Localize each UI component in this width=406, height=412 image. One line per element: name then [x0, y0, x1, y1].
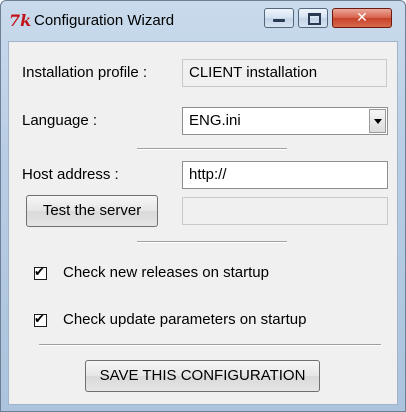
title-bar[interactable]: 7k Configuration Wizard ✕: [1, 1, 405, 41]
configuration-wizard-window: 7k Configuration Wizard ✕ Installation p…: [0, 0, 406, 412]
separator: [39, 344, 381, 346]
separator: [137, 241, 287, 243]
server-test-result-field: [182, 197, 388, 225]
maximize-button[interactable]: [298, 8, 328, 28]
maximize-icon: [308, 13, 321, 25]
minimize-icon: [273, 19, 285, 22]
checkmark-icon: ✔: [34, 312, 45, 327]
host-address-input[interactable]: http://: [182, 161, 388, 189]
update-parameters-checkbox[interactable]: ✔: [34, 312, 47, 327]
new-releases-label: Check new releases on startup: [63, 264, 269, 281]
save-configuration-button[interactable]: SAVE THIS CONFIGURATION: [85, 360, 320, 392]
window-title: Configuration Wizard: [34, 12, 175, 29]
tk-feather-icon: 7k: [9, 11, 32, 30]
separator: [137, 148, 287, 150]
language-select[interactable]: ENG.ini: [182, 107, 388, 135]
wizard-body: Installation profile : CLIENT installati…: [8, 41, 398, 405]
language-label: Language :: [22, 112, 98, 129]
profile-label: Installation profile :: [22, 64, 148, 81]
language-selected-value: ENG.ini: [189, 112, 241, 129]
close-button[interactable]: ✕: [332, 8, 392, 28]
host-address-label: Host address :: [22, 166, 119, 183]
checkmark-icon: ✔: [34, 265, 45, 280]
new-releases-checkbox[interactable]: ✔: [34, 265, 47, 280]
close-icon: ✕: [356, 10, 368, 26]
chevron-down-icon[interactable]: [369, 109, 386, 133]
minimize-button[interactable]: [264, 8, 294, 28]
test-server-button[interactable]: Test the server: [26, 195, 158, 227]
update-parameters-label: Check update parameters on startup: [63, 311, 307, 328]
profile-value-field: CLIENT installation: [182, 59, 387, 87]
